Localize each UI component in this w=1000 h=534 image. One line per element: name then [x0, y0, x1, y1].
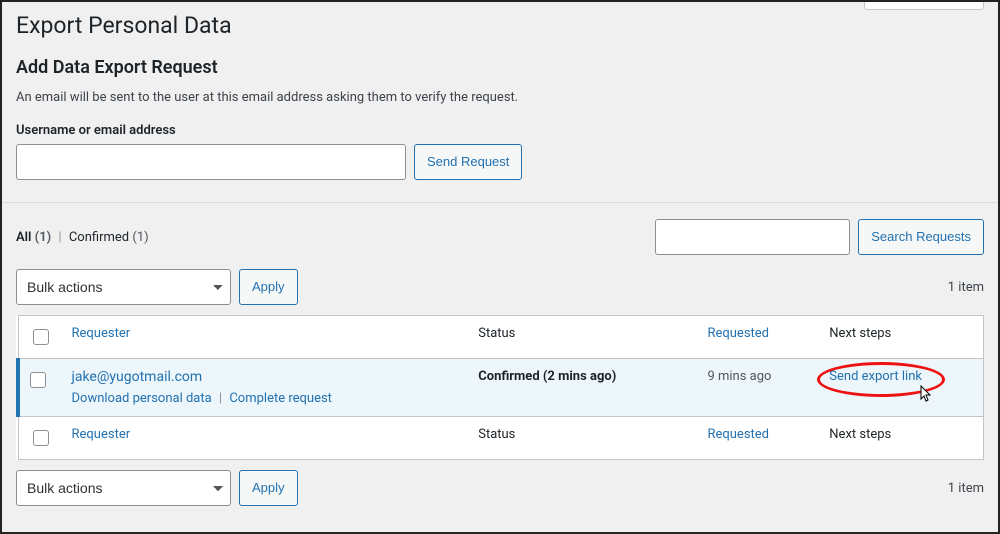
apply-button-bottom[interactable]: Apply — [239, 470, 298, 506]
divider — [2, 202, 998, 203]
page-title: Export Personal Data — [16, 12, 984, 39]
requested-cell: 9 mins ago — [697, 359, 819, 417]
bulk-actions-select-top[interactable]: Bulk actions — [16, 269, 231, 305]
select-all-bottom[interactable] — [33, 430, 49, 446]
complete-request-link[interactable]: Complete request — [229, 391, 332, 406]
requests-table: Requester Status Requested Next steps ja… — [16, 315, 984, 460]
send-export-link[interactable]: Send export link — [829, 369, 922, 384]
requester-email[interactable]: jake@yugotmail.com — [72, 369, 203, 385]
cursor-icon — [917, 385, 933, 405]
table-row: jake@yugotmail.com Download personal dat… — [18, 359, 984, 417]
filter-all[interactable]: All (1) — [16, 230, 51, 245]
search-input[interactable] — [655, 219, 850, 255]
send-request-button[interactable]: Send Request — [414, 144, 522, 180]
filter-tabs: All (1) | Confirmed (1) — [16, 230, 149, 245]
row-checkbox[interactable] — [30, 372, 46, 388]
filter-confirmed[interactable]: Confirmed (1) — [69, 230, 149, 245]
status-cell: Confirmed (2 mins ago) — [468, 359, 697, 417]
apply-button-top[interactable]: Apply — [239, 269, 298, 305]
col-requested[interactable]: Requested — [697, 316, 819, 359]
bulk-actions-select-bottom[interactable]: Bulk actions — [16, 470, 231, 506]
section-subtitle: Add Data Export Request — [16, 57, 984, 78]
col-requester[interactable]: Requester — [62, 316, 469, 359]
item-count-bottom: 1 item — [948, 481, 984, 496]
col-requested-foot[interactable]: Requested — [697, 417, 819, 460]
screen-options-tab[interactable] — [864, 0, 984, 10]
col-status: Status — [468, 316, 697, 359]
section-description: An email will be sent to the user at thi… — [16, 90, 984, 105]
download-data-link[interactable]: Download personal data — [72, 391, 212, 406]
col-next-steps: Next steps — [819, 316, 983, 359]
search-button[interactable]: Search Requests — [858, 219, 984, 255]
col-next-steps-foot: Next steps — [819, 417, 983, 460]
username-input[interactable] — [16, 144, 406, 180]
col-requester-foot[interactable]: Requester — [62, 417, 469, 460]
select-all-top[interactable] — [33, 329, 49, 345]
col-status-foot: Status — [468, 417, 697, 460]
username-label: Username or email address — [16, 123, 984, 138]
item-count-top: 1 item — [948, 280, 984, 295]
